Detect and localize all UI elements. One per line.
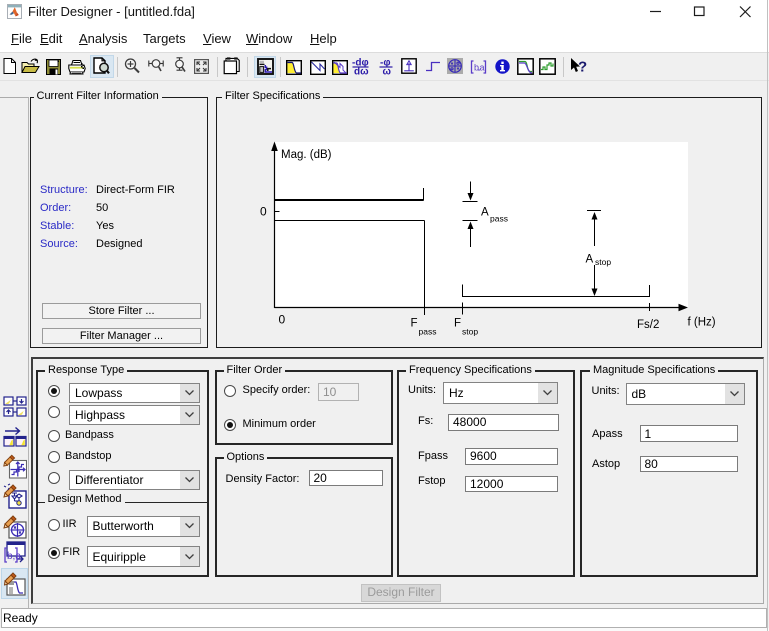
svg-text:b,a: b,a — [7, 551, 21, 562]
svg-text:?: ? — [578, 58, 587, 75]
svg-text:dω: dω — [354, 67, 369, 76]
svg-text:0: 0 — [279, 313, 286, 327]
svg-text:a: a — [480, 62, 485, 72]
svg-text:F: F — [454, 318, 461, 330]
svg-text:0: 0 — [260, 205, 267, 219]
svg-text:f (Hz): f (Hz) — [688, 317, 716, 329]
svg-text:b: b — [474, 62, 479, 72]
svg-text:Mag. (dB): Mag. (dB) — [281, 149, 332, 161]
svg-text:ω: ω — [382, 67, 391, 76]
svg-text:A: A — [481, 207, 489, 219]
svg-text:pass: pass — [490, 214, 508, 224]
svg-text:pass: pass — [419, 327, 437, 337]
svg-text:stop: stop — [462, 327, 478, 337]
svg-text:F: F — [411, 318, 418, 330]
svg-text:stop: stop — [595, 257, 611, 267]
svg-text:Fs/2: Fs/2 — [637, 319, 659, 331]
svg-text:A: A — [586, 254, 594, 266]
